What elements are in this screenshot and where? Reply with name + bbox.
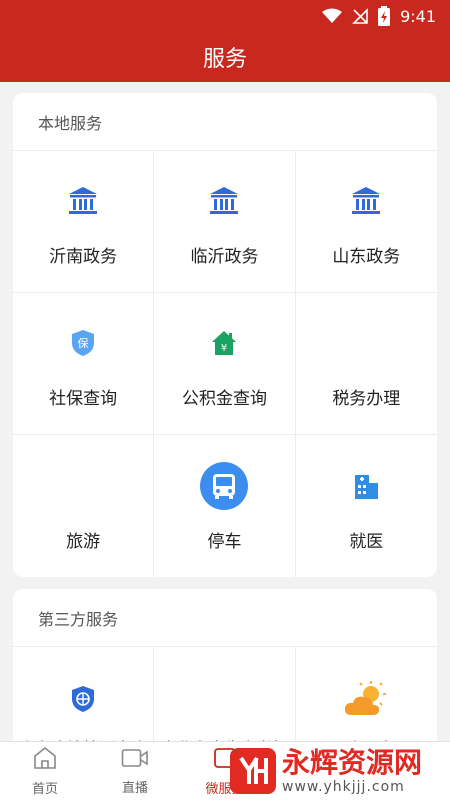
third-party-services-card: 第三方服务 山东疫情检测查询 企业安全生产举报 天气预报 (13, 589, 437, 759)
government-building-icon (199, 176, 249, 226)
svg-text:¥: ¥ (221, 343, 227, 354)
social-security-shield-icon: 保 (58, 318, 108, 368)
local-services-card: 本地服务 沂南政务 临沂政务 山东政务 保 社保查询 ¥ 公积金查询 税务办理 … (13, 93, 437, 577)
tab-micro-service[interactable]: 微服务 (180, 742, 270, 800)
service-linyi-government[interactable]: 临沂政务 (154, 151, 296, 293)
page-title: 服务 (202, 47, 247, 72)
home-icon (32, 746, 58, 774)
government-building-icon (341, 176, 391, 226)
no-signal-icon (352, 8, 368, 24)
tab-4[interactable] (270, 742, 360, 800)
service-parking[interactable]: 停车 (154, 435, 296, 577)
bus-icon (199, 461, 249, 511)
battery-charging-icon (378, 6, 391, 26)
svg-text:保: 保 (78, 336, 89, 350)
status-bar: 9:41 (0, 0, 450, 32)
video-camera-icon (121, 747, 149, 773)
service-label: 就医 (349, 531, 384, 552)
tab-home[interactable]: 首页 (0, 742, 90, 800)
local-services-grid-row3: 旅游 停车 就医 (13, 435, 437, 577)
service-tourism[interactable]: 旅游 (13, 435, 155, 577)
hospital-building-icon (341, 461, 391, 511)
service-tax[interactable]: 税务办理 (295, 293, 437, 435)
weather-sun-cloud-icon (341, 677, 391, 721)
wifi-icon (322, 8, 343, 24)
bottom-tab-bar: 首页 直播 微服务 (0, 741, 450, 800)
service-medical[interactable]: 就医 (296, 435, 437, 577)
housing-fund-house-icon: ¥ (199, 318, 249, 368)
service-yinan-government[interactable]: 沂南政务 (13, 151, 155, 293)
third-party-services-title: 第三方服务 (13, 589, 437, 647)
tab-label: 微服务 (205, 781, 245, 797)
service-icon (212, 746, 238, 774)
service-housing-fund[interactable]: ¥ 公积金查询 (154, 293, 296, 435)
service-shandong-government[interactable]: 山东政务 (295, 151, 437, 293)
local-services-grid: 沂南政务 临沂政务 山东政务 保 社保查询 ¥ 公积金查询 税务办理 (13, 151, 437, 435)
status-time: 9:41 (400, 6, 436, 26)
service-label: 山东政务 (332, 247, 401, 267)
service-label: 沂南政务 (49, 247, 118, 267)
service-label: 旅游 (66, 531, 101, 552)
tab-5[interactable] (360, 742, 450, 800)
service-label: 停车 (207, 531, 242, 552)
tab-live[interactable]: 直播 (90, 742, 180, 800)
tab-label: 直播 (121, 780, 148, 796)
government-building-icon (58, 176, 108, 226)
service-label: 临沂政务 (190, 247, 259, 267)
epidemic-shield-icon (58, 677, 108, 721)
tab-label: 首页 (31, 781, 58, 797)
page-header: 服务 (0, 32, 450, 82)
service-label: 税务办理 (332, 389, 401, 409)
service-label: 公积金查询 (181, 389, 267, 409)
service-social-security[interactable]: 保 社保查询 (13, 293, 155, 435)
local-services-title: 本地服务 (13, 93, 437, 151)
service-label: 社保查询 (49, 389, 118, 409)
